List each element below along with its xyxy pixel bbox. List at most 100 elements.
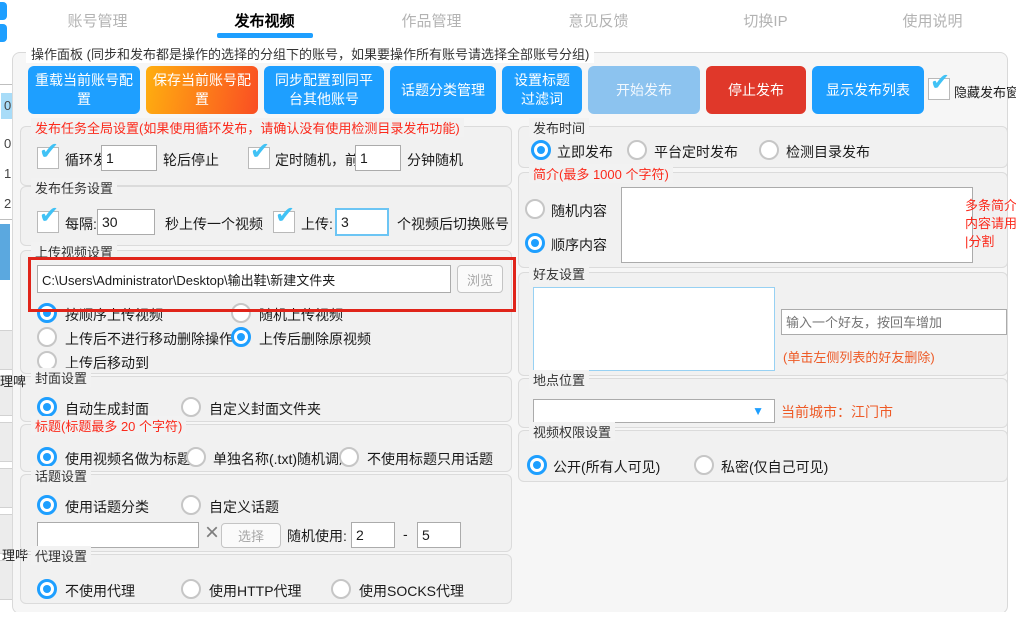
radio-proxy-socks-label: 使用SOCKS代理 [359, 581, 464, 601]
loop-publish-checkbox[interactable]: ✔ [37, 147, 59, 169]
intro-textarea[interactable] [621, 187, 973, 263]
check-icon: ✔ [39, 140, 59, 164]
bottom-strip [0, 612, 1016, 626]
radio-upload-sequential[interactable] [37, 303, 57, 323]
radio-topic-custom-label: 自定义话题 [209, 497, 279, 517]
group-title-settings: 标题(标题最多 20 个字符) 使用视频名做为标题 单独名称(.txt)随机调用… [20, 424, 512, 472]
background-panel-sliver [0, 224, 10, 280]
radio-proxy-none[interactable] [37, 579, 57, 599]
group-title: 发布任务设置 [31, 178, 117, 197]
radio-publish-platform-timed[interactable] [627, 140, 647, 160]
group-title: 发布时间 [529, 118, 589, 137]
radio-title-txt-random[interactable] [186, 447, 206, 467]
group-permission: 视频权限设置 公开(所有人可见) 私密(仅自己可见) [518, 430, 1008, 482]
radio-title-topic-only-label: 不使用标题只用话题 [367, 449, 493, 469]
radio-after-keep-label: 上传后不进行移动删除操作 [65, 329, 233, 349]
timing-minutes-input[interactable] [355, 145, 401, 171]
radio-intro-random[interactable] [525, 199, 545, 219]
switch-account-checkbox[interactable]: ✔ [273, 211, 295, 233]
group-publish-time: 发布时间 立即发布 平台定时发布 检测目录发布 [518, 126, 1008, 168]
hide-publish-window-label: 隐藏发布窗口 [954, 82, 1016, 101]
radio-cover-custom[interactable] [181, 397, 201, 417]
hide-publish-window-checkbox[interactable]: ✔ [928, 78, 950, 100]
radio-topic-category[interactable] [37, 495, 57, 515]
radio-proxy-socks[interactable] [331, 579, 351, 599]
location-dropdown[interactable]: ▼ [533, 399, 775, 423]
radio-publish-platform-timed-label: 平台定时发布 [654, 142, 738, 162]
tab-account-manage[interactable]: 账号管理 [14, 0, 181, 40]
active-tab-underline [217, 33, 313, 38]
switch-account-label: 上传: [301, 214, 333, 234]
radio-title-txt-random-label: 单独名称(.txt)随机调用 [213, 449, 353, 469]
check-icon: ✔ [250, 140, 270, 164]
radio-publish-monitor-dir[interactable] [759, 140, 779, 160]
loop-count-input[interactable] [101, 145, 157, 171]
group-location: 地点位置 ▼ 当前城市：江门市 [518, 378, 1008, 428]
interval-label: 每隔: [65, 214, 97, 234]
background-button-sliver [0, 2, 7, 20]
group-title: 封面设置 [31, 368, 91, 387]
sync-config-button[interactable]: 同步配置到同平台其他账号 [264, 66, 384, 114]
group-title: 代理设置 [31, 546, 91, 565]
publish-video-window: 0 0 1 2 理啤 理哔 账号管理 发布视频 作品管理 意见反馈 切换IP 使… [0, 0, 1016, 626]
switch-count-input[interactable] [335, 208, 389, 236]
reload-config-button[interactable]: 重载当前账号配置 [28, 66, 140, 114]
topic-max-input[interactable] [417, 522, 461, 548]
video-folder-path-input[interactable] [37, 265, 451, 293]
radio-intro-sequence-label: 顺序内容 [551, 235, 607, 255]
tab-works-manage[interactable]: 作品管理 [348, 0, 515, 40]
tab-help[interactable]: 使用说明 [849, 0, 1016, 40]
topic-category-input[interactable] [37, 522, 199, 548]
timing-random-checkbox[interactable]: ✔ [248, 147, 270, 169]
radio-topic-custom[interactable] [181, 495, 201, 515]
friend-input[interactable] [781, 309, 1007, 335]
group-title: 标题(标题最多 20 个字符) [31, 416, 186, 435]
group-title: 话题设置 [31, 466, 91, 485]
clear-icon[interactable]: × [205, 521, 219, 545]
radio-permission-public[interactable] [527, 455, 547, 475]
timing-suffix-label: 分钟随机 [407, 150, 463, 170]
check-icon: ✔ [39, 204, 59, 228]
tab-switch-ip[interactable]: 切换IP [682, 0, 849, 40]
interval-seconds-input[interactable] [97, 209, 155, 235]
group-title: 简介(最多 1000 个字符) [529, 164, 673, 183]
background-button-sliver [0, 24, 7, 42]
radio-publish-now-label: 立即发布 [557, 142, 613, 162]
tab-feedback[interactable]: 意见反馈 [515, 0, 682, 40]
radio-upload-random-label: 随机上传视频 [259, 305, 343, 325]
group-topic-settings: 话题设置 使用话题分类 自定义话题 × 选择 随机使用: - [20, 474, 512, 552]
group-upload-settings: 上传视频设置 浏览 按顺序上传视频 随机上传视频 上传后不进行移动删除操作 上传… [20, 250, 512, 374]
intro-note-line: |分割 [965, 233, 1016, 251]
topic-min-input[interactable] [351, 522, 395, 548]
interval-suffix-label: 秒上传一个视频 [165, 214, 263, 234]
radio-permission-private[interactable] [694, 455, 714, 475]
topic-category-manage-button[interactable]: 话题分类管理 [390, 66, 496, 114]
loop-suffix-label: 轮后停止 [163, 150, 219, 170]
radio-after-keep[interactable] [37, 327, 57, 347]
random-use-label: 随机使用: [287, 526, 347, 546]
radio-title-video-name[interactable] [37, 447, 57, 467]
friends-listbox[interactable] [533, 287, 775, 371]
interval-checkbox[interactable]: ✔ [37, 211, 59, 233]
group-title: 视频权限设置 [529, 422, 615, 441]
start-publish-button[interactable]: 开始发布 [588, 66, 700, 114]
radio-permission-private-label: 私密(仅自己可见) [721, 457, 828, 477]
radio-cover-auto[interactable] [37, 397, 57, 417]
radio-after-delete-label: 上传后删除原视频 [259, 329, 371, 349]
browse-button[interactable]: 浏览 [457, 265, 503, 293]
save-config-button[interactable]: 保存当前账号配置 [146, 66, 258, 114]
group-task-settings: 发布任务设置 ✔ 每隔: 秒上传一个视频 ✔ 上传: 个视频后切换账号 [20, 186, 512, 246]
radio-title-topic-only[interactable] [339, 447, 359, 467]
tab-publish-video[interactable]: 发布视频 [181, 0, 348, 40]
choose-topic-button[interactable]: 选择 [221, 523, 281, 548]
radio-after-delete[interactable] [231, 327, 251, 347]
group-friends: 好友设置 (单击左侧列表的好友删除) [518, 272, 1008, 376]
intro-note: 多条简介 内容请用 |分割 [965, 197, 1016, 252]
radio-upload-random[interactable] [231, 303, 251, 323]
title-filter-button[interactable]: 设置标题过滤词 [502, 66, 582, 114]
show-publish-list-button[interactable]: 显示发布列表 [812, 66, 924, 114]
radio-proxy-http[interactable] [181, 579, 201, 599]
radio-publish-now[interactable] [531, 140, 551, 160]
stop-publish-button[interactable]: 停止发布 [706, 66, 806, 114]
radio-intro-sequence[interactable] [525, 233, 545, 253]
